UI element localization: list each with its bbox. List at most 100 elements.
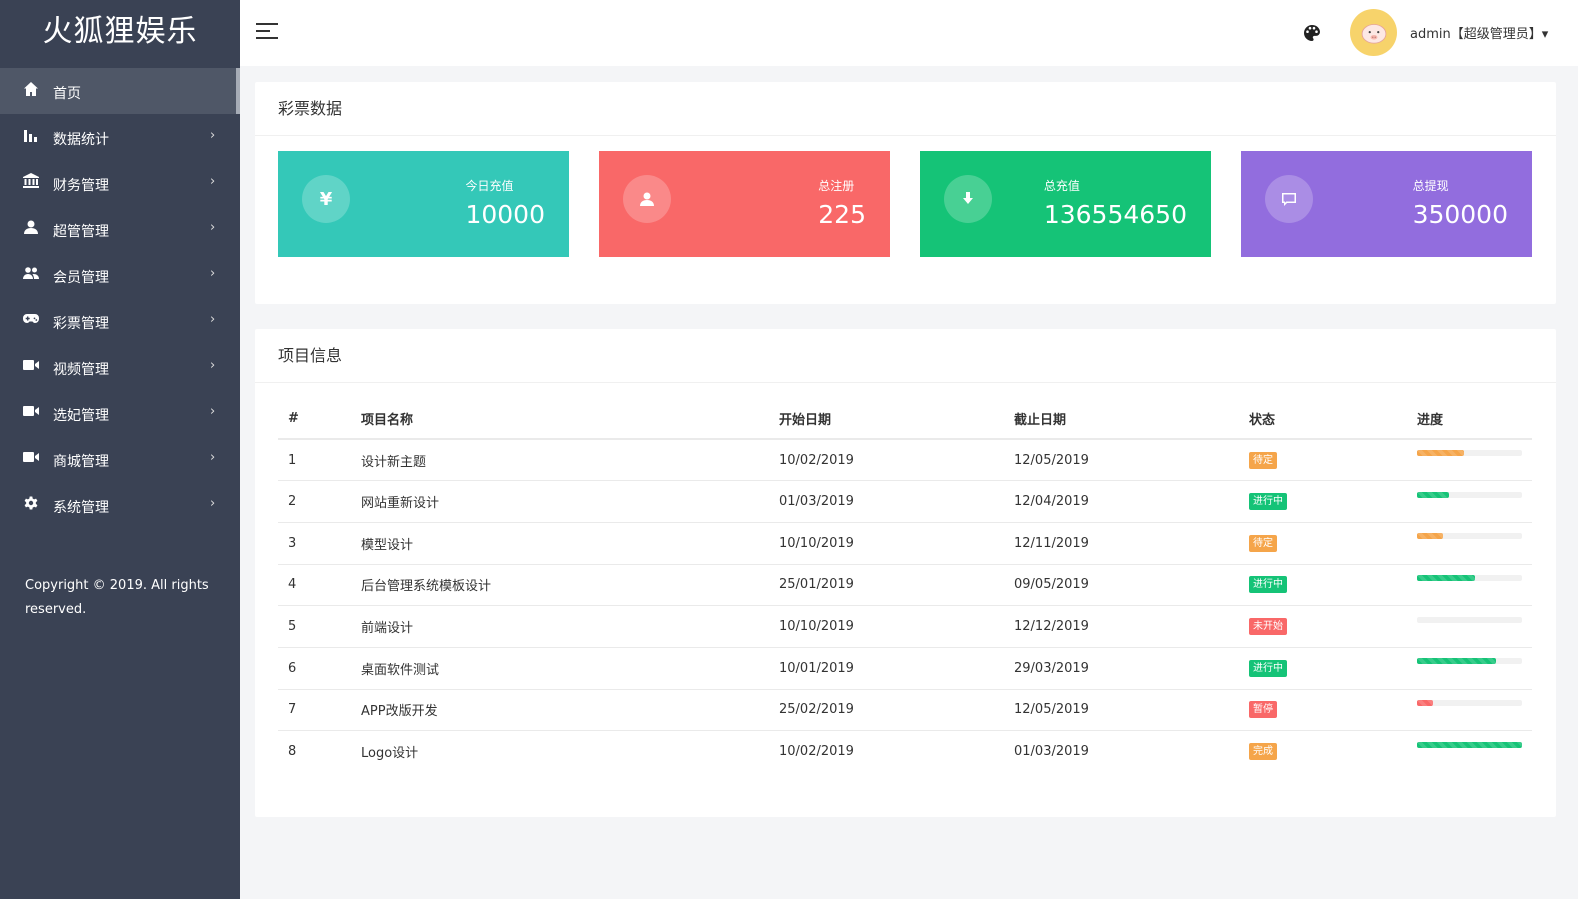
progress-bar — [1417, 616, 1522, 623]
row-id: 8 — [288, 744, 297, 760]
progress-fill — [1417, 450, 1465, 457]
project-name: 桌面软件测试 — [361, 647, 779, 690]
progress-bar — [1417, 741, 1522, 748]
sidebar-item-7[interactable]: 选妃管理 › — [0, 390, 240, 436]
chevron-right-icon: › — [210, 173, 216, 189]
progress-bar — [1417, 574, 1522, 581]
app-logo[interactable]: 火狐狸娱乐 — [0, 0, 240, 68]
stat-card[interactable]: 总提现 350000 — [1241, 151, 1532, 257]
row-id: 1 — [278, 439, 361, 482]
palette-icon[interactable] — [1302, 23, 1322, 43]
sidebar-item-9[interactable]: 系统管理 › — [0, 482, 240, 528]
stat-value: 136554650 — [1043, 200, 1187, 229]
sidebar-item-4[interactable]: 会员管理 › — [0, 252, 240, 298]
sidebar-item-5[interactable]: 彩票管理 › — [0, 298, 240, 344]
avatar[interactable] — [1350, 9, 1397, 56]
row-id: 7 — [278, 689, 361, 732]
table-row: 7 APP改版开发 25/02/2019 12/05/2019 暂停 — [278, 689, 1532, 732]
table-row: 4 后台管理系统模板设计 25/01/2019 09/05/2019 进行中 — [278, 564, 1532, 607]
user-icon — [623, 175, 671, 223]
sidebar-item-1[interactable]: 数据统计 › — [0, 114, 240, 160]
table-row: 2 网站重新设计 01/03/2019 12/04/2019 进行中 — [278, 480, 1532, 523]
status-badge: 暂停 — [1249, 701, 1277, 719]
chevron-right-icon: › — [210, 495, 216, 511]
copyright-text: Copyright © 2019. All rights reserved. — [25, 578, 209, 617]
stat-label: 总注册 — [818, 179, 855, 193]
sidebar: 火狐狸娱乐 首页 数据统计 › 财务管理 › 超管管理 › 会员管理 › 彩票管理 › 视频管理 › 选妃… — [0, 0, 240, 899]
stat-label: 总充值 — [1043, 179, 1080, 193]
column-header: 状态 — [1249, 399, 1417, 440]
sidebar-item-8[interactable]: 商城管理 › — [0, 436, 240, 482]
project-name: 设计新主题 — [361, 439, 779, 482]
table-row: 3 模型设计 10/10/2019 12/11/2019 待定 — [278, 522, 1532, 565]
sidebar-item-0[interactable]: 首页 — [0, 68, 240, 114]
stat-card[interactable]: ¥ 今日充值 10000 — [278, 151, 569, 257]
table-header-row: # 项目名称 开始日期 截止日期 状态 进度 — [278, 399, 1532, 440]
gear-icon — [22, 494, 40, 512]
start-date: 10/02/2019 — [779, 439, 1014, 482]
chevron-right-icon: › — [210, 219, 216, 235]
stat-card[interactable]: 总充值 136554650 — [920, 151, 1211, 257]
status-badge: 未开始 — [1249, 618, 1287, 636]
stat-label: 总提现 — [1412, 179, 1449, 193]
gamepad-icon — [22, 310, 40, 328]
chevron-right-icon: › — [210, 265, 216, 281]
sidebar-item-2[interactable]: 财务管理 › — [0, 160, 240, 206]
status-badge: 进行中 — [1249, 659, 1287, 677]
project-name: Logo设计 — [361, 746, 419, 762]
sidebar-item-3[interactable]: 超管管理 › — [0, 206, 240, 252]
user-icon — [22, 218, 40, 236]
user-menu[interactable]: admin【超级管理员】▾ — [1410, 23, 1548, 42]
column-header: 项目名称 — [361, 399, 779, 440]
start-date: 25/02/2019 — [779, 689, 1014, 732]
progress-bar — [1417, 491, 1522, 498]
start-date: 10/10/2019 — [779, 605, 1014, 648]
project-name: APP改版开发 — [361, 689, 779, 732]
progress-fill — [1417, 574, 1475, 581]
end-date: 12/05/2019 — [1014, 689, 1249, 732]
status-badge: 进行中 — [1249, 493, 1287, 511]
download-icon — [944, 175, 992, 223]
video-icon — [22, 448, 40, 466]
row-id: 2 — [278, 480, 361, 523]
progress-fill — [1417, 699, 1433, 706]
sidebar-item-label: 超管管理 — [53, 223, 109, 240]
projects-panel: 项目信息 # 项目名称 开始日期 截止日期 状态 进度 1 设计新主题 10/02/2019 1… — [255, 329, 1556, 817]
sidebar-item-label: 财务管理 — [53, 177, 109, 194]
table-row: 6 桌面软件测试 10/01/2019 29/03/2019 进行中 — [278, 647, 1532, 690]
chevron-right-icon: › — [210, 403, 216, 419]
table-row: 1 设计新主题 10/02/2019 12/05/2019 待定 — [278, 439, 1532, 482]
table-row: 5 前端设计 10/10/2019 12/12/2019 未开始 — [278, 605, 1532, 648]
end-date: 09/05/2019 — [1014, 564, 1249, 607]
progress-fill — [1417, 658, 1496, 665]
chevron-right-icon: › — [210, 311, 216, 327]
start-date: 01/03/2019 — [779, 480, 1014, 523]
row-id: 3 — [278, 522, 361, 565]
sidebar-item-label: 首页 — [53, 85, 81, 102]
lottery-panel: 彩票数据 ¥ 今日充值 10000 总注册 225 总充值 136554650 总提现 3500… — [255, 82, 1556, 304]
pig-avatar-icon — [1361, 23, 1386, 44]
menu-toggle-button[interactable] — [256, 23, 278, 43]
start-date: 10/02/2019 — [779, 744, 854, 760]
column-header: 开始日期 — [779, 399, 1014, 440]
sidebar-item-label: 商城管理 — [53, 453, 109, 470]
column-header: 截止日期 — [1014, 399, 1249, 440]
status-badge: 进行中 — [1249, 576, 1287, 594]
chevron-right-icon: › — [210, 127, 216, 143]
start-date: 10/01/2019 — [779, 647, 1014, 690]
column-header: # — [278, 399, 361, 440]
stat-card[interactable]: 总注册 225 — [599, 151, 890, 257]
progress-bar — [1417, 450, 1522, 457]
start-date: 10/10/2019 — [779, 522, 1014, 565]
message-icon — [1265, 175, 1313, 223]
sidebar-item-label: 会员管理 — [53, 269, 109, 286]
video-icon — [22, 402, 40, 420]
sidebar-item-label: 视频管理 — [53, 361, 109, 378]
end-date: 12/11/2019 — [1014, 522, 1249, 565]
start-date: 25/01/2019 — [779, 564, 1014, 607]
progress-fill — [1417, 533, 1444, 540]
row-id: 6 — [278, 647, 361, 690]
chevron-right-icon: › — [210, 357, 216, 373]
sidebar-item-6[interactable]: 视频管理 › — [0, 344, 240, 390]
users-icon — [22, 264, 40, 282]
